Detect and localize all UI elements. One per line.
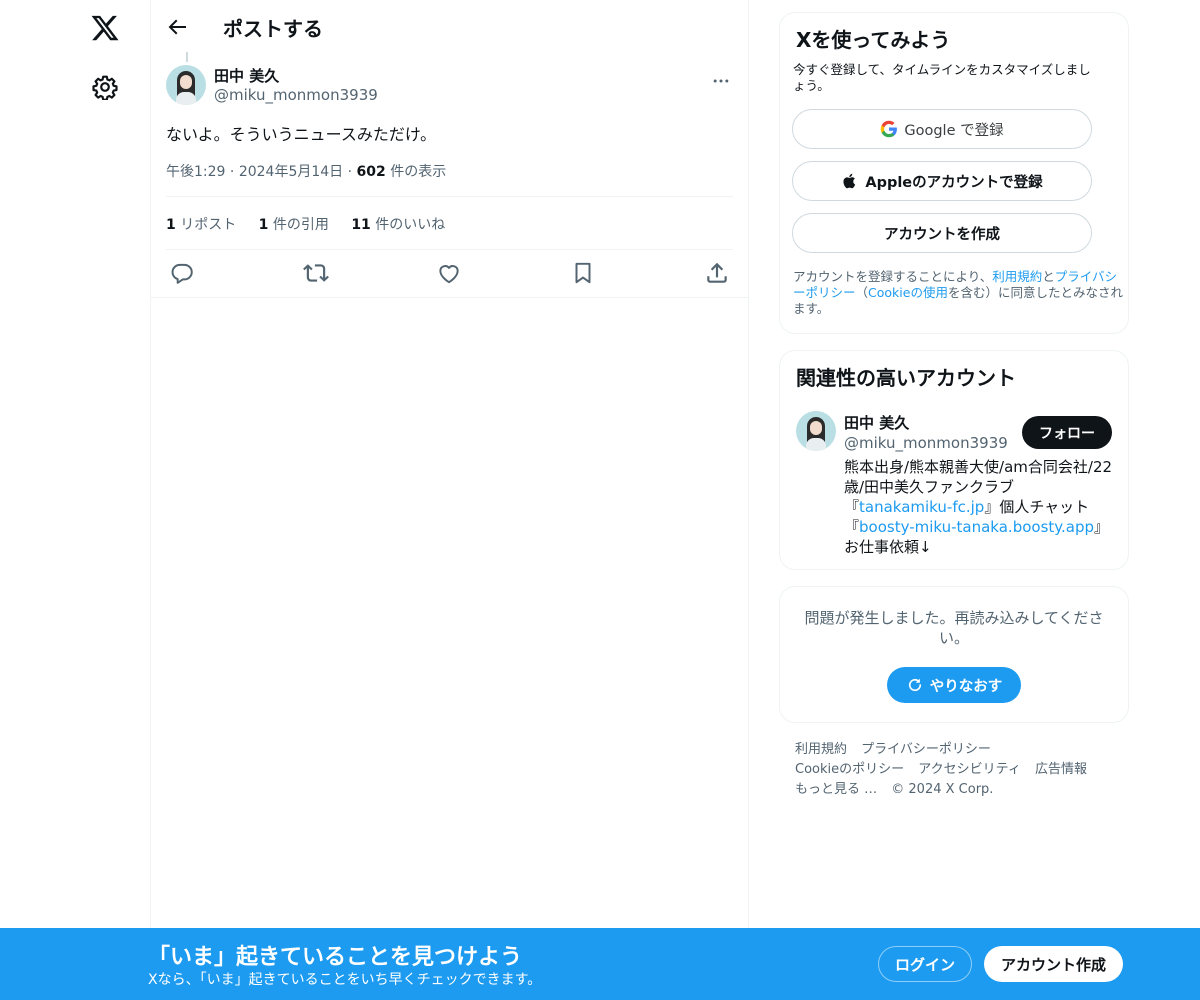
divider [166,249,733,250]
retry-label: やりなおす [929,678,1003,695]
refresh-icon [908,678,921,692]
divider [150,297,749,298]
cookie-link[interactable]: Cookieの使用 [868,285,948,300]
banner-signup-button[interactable]: アカウント作成 [984,946,1123,982]
x-logo-icon[interactable] [90,13,120,43]
footer-privacy-link[interactable]: プライバシーポリシー [861,742,991,757]
gear-icon[interactable] [92,74,118,100]
banner-title: 「いま」起きていることを見つけよう [148,945,523,970]
reply-icon[interactable] [169,260,195,286]
apple-signup-button[interactable]: Appleのアカウントで登録 [792,161,1092,201]
post-meta: 午後1:29 · 2024年5月14日 · 602 件の表示 [166,161,446,181]
avatar[interactable] [166,65,206,105]
main-column: ポストする [150,0,749,1000]
apple-signup-label: Appleのアカウントで登録 [865,174,1043,191]
footer-terms-link[interactable]: 利用規約 [795,742,847,757]
like-icon[interactable] [436,260,462,286]
terms-notice: アカウントを登録することにより、利用規約とプライバシーポリシー（Cookieの使… [793,269,1123,316]
bio-link[interactable]: tanakamiku-fc.jp [859,498,984,516]
page-title: ポストする [223,17,323,41]
login-button[interactable]: ログイン [878,946,972,982]
signup-title: Xを使ってみよう [796,28,951,52]
meta-separator: · [229,164,239,180]
arrow-left-icon[interactable] [165,15,189,39]
footer-cookie-link[interactable]: Cookieのポリシー [795,762,904,777]
author-name[interactable]: 田中 美久 [214,65,279,86]
page-header: ポストする [151,0,748,54]
thread-line [186,52,188,62]
error-card: 問題が発生しました。再読み込みしてください。 やりなおす [779,586,1129,723]
post-stats: 1 リポスト 1 件の引用 11 件のいいね [166,214,463,234]
likes-stat[interactable]: 11 件のいいね [351,217,445,233]
reposts-stat[interactable]: 1 リポスト [166,217,236,233]
apple-icon [843,173,856,189]
footer-copyright: © 2024 X Corp. [891,782,994,797]
footer-ads-link[interactable]: 広告情報 [1035,762,1087,777]
share-icon[interactable] [704,260,730,286]
signup-banner: 「いま」起きていることを見つけよう Xなら、「いま」起きていることをいち早くチェ… [0,928,1200,1000]
related-handle[interactable]: @miku_monmon3939 [844,434,1008,452]
retry-button[interactable]: やりなおす [887,667,1021,703]
footer-accessibility-link[interactable]: アクセシビリティ [918,762,1021,777]
bio-link[interactable]: boosty-miku-tanaka.boosty.app [859,518,1094,536]
create-account-button[interactable]: アカウントを作成 [792,213,1092,253]
left-nav [0,0,150,1000]
related-bio: 熊本出身/熊本親善大使/am合同会社/22歳/田中美久ファンクラブ『tanaka… [844,458,1113,556]
divider [166,196,733,197]
avatar[interactable] [796,411,836,451]
quotes-stat[interactable]: 1 件の引用 [259,217,329,233]
signup-card: Xを使ってみよう 今すぐ登録して、タイムラインをカスタマイズしましょう。 Goo… [779,12,1129,334]
related-name[interactable]: 田中 美久 [844,412,909,433]
repost-icon[interactable] [303,260,329,286]
views-label: 件の表示 [390,164,447,180]
google-icon [881,120,898,138]
post-actions [166,260,733,286]
google-signup-button[interactable]: Google で登録 [792,109,1092,149]
signup-subtitle: 今すぐ登録して、タイムラインをカスタマイズしましょう。 [793,62,1091,93]
footer-more-link[interactable]: もっと見る … [795,782,877,797]
post-date[interactable]: 2024年5月14日 [239,164,343,180]
author-handle[interactable]: @miku_monmon3939 [214,86,378,104]
footer-links: 利用規約 プライバシーポリシー Cookieのポリシー アクセシビリティ 広告情… [795,740,1125,800]
banner-subtitle: Xなら、「いま」起きていることをいち早くチェックできます。 [148,972,542,988]
related-title: 関連性の高いアカウント [796,366,1016,390]
more-options-icon[interactable] [711,71,731,91]
follow-button[interactable]: フォロー [1022,416,1112,449]
meta-separator: · [347,164,357,180]
post-text: ないよ。そういうニュースみただけ。 [166,125,437,144]
views-count: 602 [356,164,386,180]
bookmark-icon[interactable] [570,260,596,286]
error-message: 問題が発生しました。再読み込みしてください。 [804,609,1104,647]
google-signup-label: Google で登録 [904,122,1004,139]
related-accounts-card: 関連性の高いアカウント 田中 美久 @miku_monmon3939 フォロー … [779,350,1129,570]
post-author: 田中 美久 @miku_monmon3939 [166,65,733,107]
terms-link[interactable]: 利用規約 [992,269,1042,284]
post-time[interactable]: 午後1:29 [166,164,225,180]
